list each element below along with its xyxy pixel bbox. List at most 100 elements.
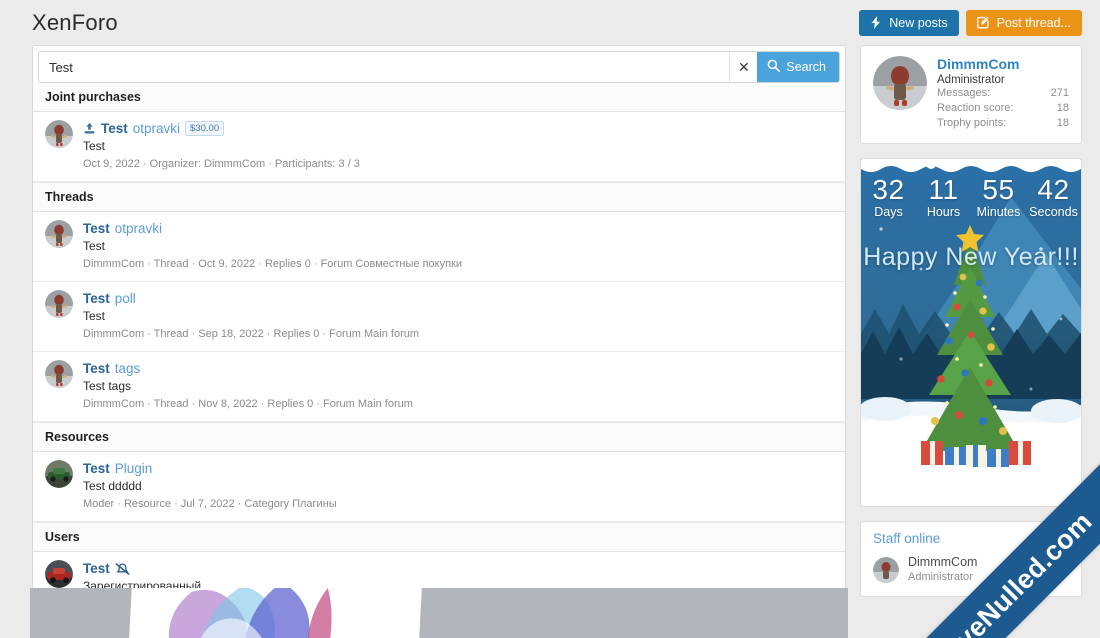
upload-icon (83, 122, 96, 135)
profile-card: DimmmCom Administrator Messages: 271 React… (860, 45, 1082, 144)
result-body: Test poll Test DimmmCom · Thread · Sep 18, … (83, 290, 833, 341)
result-title-match: Test (83, 561, 110, 576)
staff-member-name[interactable]: DimmmCom (908, 555, 977, 570)
countdown-unit: 11 Hours (916, 175, 971, 220)
search-icon (767, 59, 781, 75)
search-result-item[interactable]: Test tags Test tags DimmmCom · Thread · Nov… (33, 352, 845, 422)
avatar[interactable] (873, 56, 927, 110)
search-result-item[interactable]: Test otpravki $30.00 Test Oct 9, 2022 · Orga… (33, 112, 845, 182)
avatar[interactable] (45, 560, 73, 588)
result-title[interactable]: Test (83, 560, 833, 577)
result-title-match: Test (83, 361, 110, 376)
avatar[interactable] (45, 120, 73, 148)
new-year-banner-card: 32 Days 11 Hours 55 Minutes 42 Seconds Happy Ne… (860, 158, 1082, 507)
search-submit-label: Search (786, 60, 826, 74)
staff-member-info: DimmmCom Administrator (908, 555, 977, 584)
profile-name[interactable]: DimmmCom (937, 56, 1069, 73)
section-heading: Joint purchases (33, 83, 845, 112)
countdown-unit: 42 Seconds (1026, 175, 1081, 220)
countdown-label: Minutes (976, 205, 1021, 219)
profile-stat-value: 18 (1056, 102, 1069, 114)
search-result-item[interactable]: Test otpravki Test DimmmCom · Thread · Oct … (33, 212, 845, 282)
profile-stat-label: Reaction score: (937, 102, 1014, 114)
avatar[interactable] (45, 460, 73, 488)
staff-member-role: Administrator (908, 571, 973, 583)
result-snippet: Test (83, 309, 106, 323)
search-input[interactable] (39, 52, 730, 82)
result-title-rest: Plugin (114, 461, 153, 476)
search-results-panel: ✕ Search Joint purchases Test otpravki $30.… (32, 45, 846, 622)
result-title[interactable]: Test otpravki $30.00 (83, 120, 833, 137)
price-badge: $30.00 (185, 121, 225, 136)
page-header: XenForo New posts Post thread... (0, 0, 1100, 45)
avatar[interactable] (45, 220, 73, 248)
countdown-value: 42 (1037, 174, 1070, 205)
result-title-match: Test (83, 221, 110, 236)
profile-info: DimmmCom Administrator Messages: 271 React… (937, 56, 1069, 131)
avatar[interactable] (873, 556, 899, 583)
result-snippet: Test (83, 239, 106, 253)
post-thread-label: Post thread... (996, 15, 1071, 30)
main-content: ✕ Search Joint purchases Test otpravki $30.… (32, 45, 846, 622)
result-title-rest: tags (114, 361, 141, 376)
bolt-icon (870, 16, 882, 29)
profile-stats: Messages: 271 Reaction score: 18 Trophy poin… (937, 86, 1069, 131)
result-title-rest: poll (114, 291, 136, 306)
result-title-rest: otpravki (114, 221, 163, 236)
new-year-banner: 32 Days 11 Hours 55 Minutes 42 Seconds Happy Ne… (861, 159, 1081, 506)
bottom-image-strip (30, 588, 848, 638)
new-year-greeting: Happy New Year!!! (863, 243, 1079, 271)
search-bar: ✕ Search (38, 51, 840, 83)
profile-stat-row: Messages: 271 (937, 86, 1069, 101)
countdown-row: 32 Days 11 Hours 55 Minutes 42 Seconds (861, 175, 1081, 220)
result-snippet: Test ddddd (83, 479, 142, 493)
search-submit-button[interactable]: Search (757, 52, 839, 82)
result-body: Test otpravki Test DimmmCom · Thread · Oct … (83, 220, 833, 271)
section-heading: Users (33, 522, 845, 552)
result-sections: Joint purchases Test otpravki $30.00 Test Oct… (33, 83, 845, 621)
result-meta: DimmmCom · Thread · Oct 9, 2022 · Replie… (83, 258, 463, 270)
profile-title: Administrator (937, 74, 1005, 86)
site-logo[interactable]: XenForo (32, 10, 118, 36)
result-title[interactable]: Test Plugin (83, 460, 833, 477)
bell-slash-icon (115, 562, 130, 576)
clear-search-button[interactable]: ✕ (729, 52, 758, 82)
countdown-value: 55 (982, 174, 1015, 205)
countdown-value: 32 (872, 174, 905, 205)
profile-stat-value: 271 (1050, 87, 1069, 99)
result-title-match: Test (101, 121, 128, 136)
new-posts-button[interactable]: New posts (859, 9, 959, 36)
profile-stat-value: 18 (1056, 117, 1069, 129)
section-heading: Threads (33, 182, 845, 212)
section-heading: Resources (33, 422, 845, 452)
countdown-label: Seconds (1029, 205, 1078, 219)
profile-stat-label: Trophy points: (937, 117, 1007, 129)
profile-stat-row: Reaction score: 18 (937, 101, 1069, 116)
profile-stat-row: Trophy points: 18 (937, 116, 1069, 131)
result-body: Test otpravki $30.00 Test Oct 9, 2022 · Orga… (83, 120, 833, 171)
watercolor-image (127, 588, 423, 638)
result-snippet: Test (83, 139, 106, 153)
result-meta: Oct 9, 2022 · Organizer: DimmmCom · Part… (83, 158, 360, 170)
post-thread-button[interactable]: Post thread... (965, 9, 1082, 36)
countdown-label: Days (874, 205, 903, 219)
result-body: Test Plugin Test ddddd Moder · Resource · J… (83, 460, 833, 511)
result-title[interactable]: Test poll (83, 290, 833, 307)
avatar[interactable] (45, 360, 73, 388)
countdown-value: 11 (928, 174, 959, 205)
countdown-unit: 55 Minutes (971, 175, 1026, 220)
header-actions: New posts Post thread... (859, 9, 1082, 36)
result-snippet: Test tags (83, 379, 132, 393)
countdown-unit: 32 Days (861, 175, 916, 220)
profile: DimmmCom Administrator Messages: 271 React… (861, 46, 1081, 143)
result-title[interactable]: Test tags (83, 360, 833, 377)
countdown-label: Hours (926, 205, 961, 219)
result-title[interactable]: Test otpravki (83, 220, 833, 237)
page-body: ✕ Search Joint purchases Test otpravki $30.… (0, 45, 1100, 622)
search-result-item[interactable]: Test Plugin Test ddddd Moder · Resource · J… (33, 452, 845, 522)
result-title-match: Test (83, 291, 110, 306)
avatar[interactable] (45, 290, 73, 318)
search-result-item[interactable]: Test poll Test DimmmCom · Thread · Sep 18, … (33, 282, 845, 352)
pencil-square-icon (976, 16, 990, 29)
result-meta: DimmmCom · Thread · Nov 8, 2022 · Replie… (83, 398, 413, 410)
